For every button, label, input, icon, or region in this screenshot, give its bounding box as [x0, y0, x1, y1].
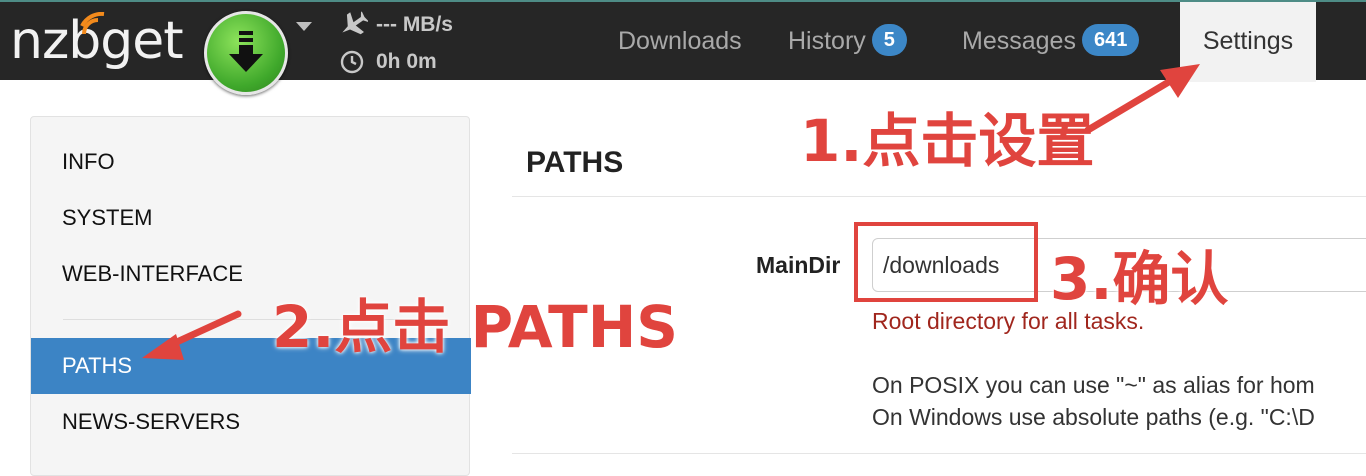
annotation-arrow-paths	[142, 310, 242, 360]
annotation-arrow-settings	[1084, 64, 1200, 134]
annotation-arrows	[142, 64, 1200, 360]
